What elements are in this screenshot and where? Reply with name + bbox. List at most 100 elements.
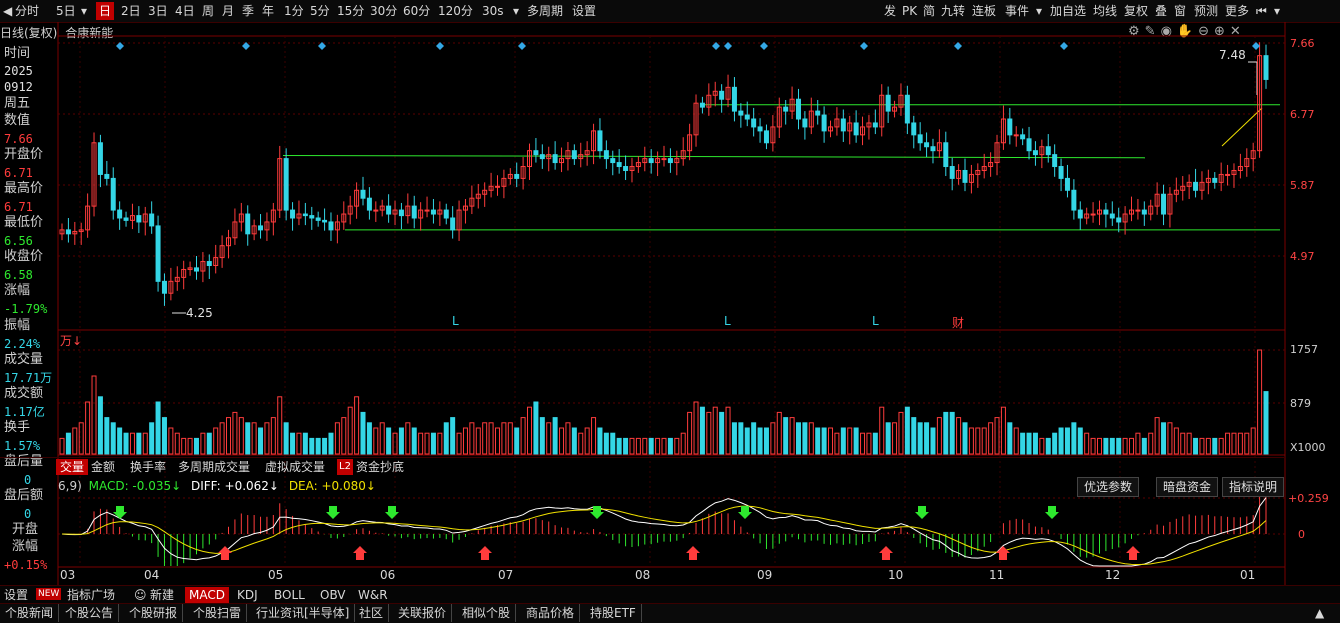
volume-bar (911, 417, 917, 455)
candle-body (1141, 209, 1147, 215)
indicator-wr[interactable]: W&R (354, 587, 392, 603)
volume-bar (962, 422, 968, 455)
volume-bar (539, 417, 545, 455)
volume-bar (623, 437, 629, 455)
candle-body (699, 102, 705, 108)
volume-bar (591, 417, 597, 455)
candle-body (610, 158, 616, 164)
volume-bar (104, 417, 110, 455)
volume-bar (828, 427, 834, 455)
chart-grid (57, 22, 1286, 585)
volume-bar (1026, 432, 1032, 455)
volume-bar (866, 432, 872, 455)
volume-bar (328, 432, 334, 455)
month-label: 11 (989, 568, 1005, 582)
candle-body (424, 209, 430, 212)
candle-body (366, 197, 372, 211)
preferred-params-button[interactable]: 优选参数 (1077, 477, 1140, 497)
indicator-boll[interactable]: BOLL (270, 587, 309, 603)
indicator-kdj[interactable]: KDJ (233, 587, 262, 603)
candle-body (1071, 189, 1077, 211)
volume-bar (968, 427, 974, 455)
candle-body (1020, 134, 1026, 140)
volume-bar (808, 422, 814, 455)
volume-bar (981, 427, 987, 455)
candle-body (193, 267, 199, 272)
bottom-tab-community[interactable]: 社区 (354, 604, 390, 622)
candle-body (430, 209, 436, 215)
volume-bar (174, 432, 180, 455)
bottom-tab-holding-etf[interactable]: 持股ETF (585, 604, 642, 622)
tab-amount[interactable]: 金额 (87, 459, 119, 475)
bottom-tab-news[interactable]: 个股新闻 (0, 604, 60, 622)
tab-turnover[interactable]: 换手率 (126, 459, 170, 475)
tab-multi-volume[interactable]: 多周期成交量 (174, 459, 254, 475)
indicator-macd[interactable]: MACD (185, 587, 229, 603)
event-marker-l[interactable]: L (872, 314, 879, 328)
volume-bar (648, 437, 654, 455)
event-marker-l[interactable]: L (724, 314, 731, 328)
bottom-tab-related-quotes[interactable]: 关联报价 (393, 604, 453, 622)
month-label: 04 (144, 568, 160, 582)
volume-bar (277, 396, 283, 455)
tab-virtual-volume[interactable]: 虚拟成交量 (261, 459, 329, 475)
tab-volume[interactable]: 交量 (56, 459, 89, 475)
expand-icon[interactable]: ▲ (1310, 604, 1329, 622)
volume-bar (885, 422, 891, 455)
volume-bar (411, 427, 417, 455)
volume-bar (65, 432, 71, 455)
price-axis-tick: 6.77 (1290, 108, 1315, 121)
macd-histogram (67, 488, 1267, 566)
candle-body (744, 114, 750, 120)
macd-axis-tick: +0.259 (1288, 492, 1329, 505)
volume-bar (424, 432, 430, 455)
volume-bar (789, 417, 795, 455)
candle-body (1026, 138, 1032, 152)
volume-bar (136, 432, 142, 455)
indicator-obv[interactable]: OBV (316, 587, 350, 603)
golden-cross-arrow (996, 546, 1010, 560)
volume-bar (1257, 349, 1263, 455)
indicator-help-button[interactable]: 指标说明 (1222, 477, 1285, 497)
volume-bar (302, 432, 308, 455)
volume-bar (507, 422, 513, 455)
volume-bar (1058, 427, 1064, 455)
volume-bar (168, 427, 174, 455)
bottom-tab-similar-stocks[interactable]: 相似个股 (457, 604, 517, 622)
price-axis-tick: 7.66 (1290, 37, 1315, 50)
death-cross-arrow (385, 506, 399, 519)
volume-bar (117, 427, 123, 455)
candle-body (1007, 118, 1013, 136)
volume-bar (533, 401, 539, 455)
event-marker-l[interactable]: L (452, 314, 459, 328)
indicator-settings[interactable]: 设置 (0, 587, 32, 603)
volume-bar (821, 427, 827, 455)
bottom-tab-industry-news[interactable]: 行业资讯[半导体] (251, 604, 356, 622)
volume-bar (738, 422, 744, 455)
death-cross-arrow (738, 506, 752, 519)
volume-bar (1096, 437, 1102, 455)
dark-pool-button[interactable]: 暗盘资金 (1156, 477, 1219, 497)
bottom-tab-commodity-prices[interactable]: 商品价格 (521, 604, 581, 622)
candle-body (398, 209, 404, 217)
indicator-new[interactable]: 新建 (146, 587, 178, 603)
volume-bar (129, 432, 135, 455)
tab-fund-bottom[interactable]: 资金抄底 (352, 459, 408, 475)
volume-bar (1167, 422, 1173, 455)
bottom-tab-research[interactable]: 个股研报 (124, 604, 184, 622)
tab-l2-badge[interactable]: L2 (337, 459, 353, 475)
volume-bar (1154, 417, 1160, 455)
bottom-tab-announcements[interactable]: 个股公告 (60, 604, 120, 622)
mid-support-line (282, 154, 1146, 159)
indicator-plaza[interactable]: 指标广场 (63, 587, 119, 603)
financial-report-marker[interactable]: 财 (952, 314, 964, 331)
bottom-tab-risk-scan[interactable]: 个股扫雷 (188, 604, 248, 622)
volume-bar (520, 417, 526, 455)
candle-body (65, 229, 71, 235)
volume-bar (322, 437, 328, 455)
candle-body (552, 154, 558, 164)
volume-bars (59, 349, 1269, 455)
volume-bar (584, 427, 590, 455)
volume-bar (1122, 437, 1128, 455)
volume-bar (699, 406, 705, 455)
